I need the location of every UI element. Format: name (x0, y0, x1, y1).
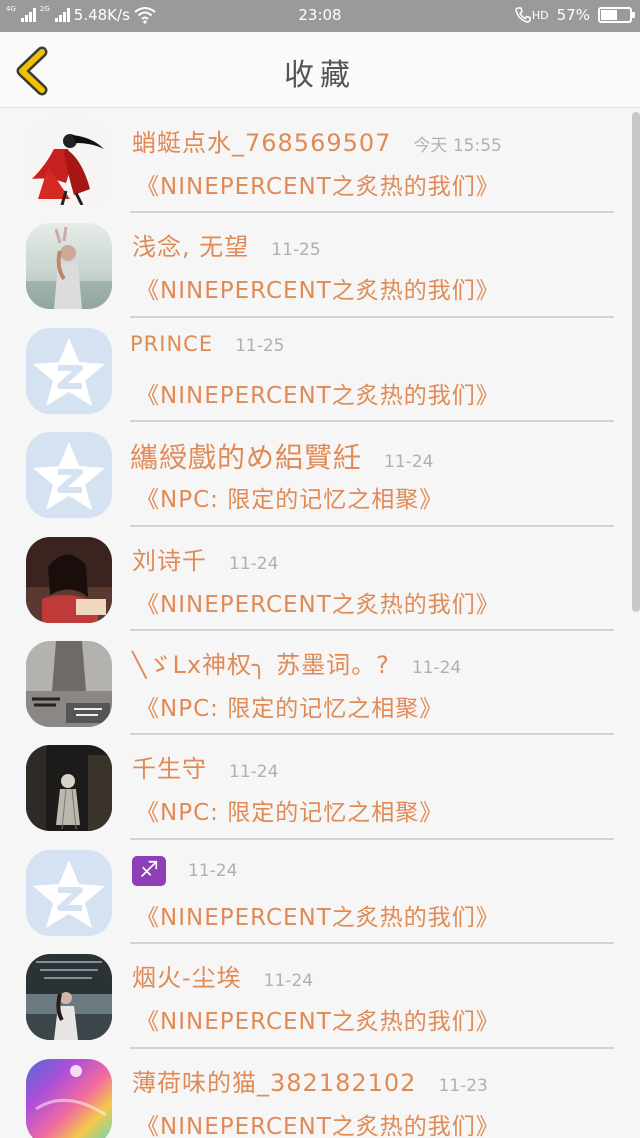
scrollbar[interactable] (632, 112, 640, 612)
avatar[interactable] (26, 327, 112, 414)
list-item[interactable]: ╲ゞLx神权╮ 苏墨词。? 11-24 《NPC: 限定的记忆之相聚》 (0, 631, 640, 736)
status-right: HD 57% (514, 6, 635, 24)
book-title[interactable]: 《NPC: 限定的记忆之相聚》 (136, 689, 443, 723)
item-header[interactable]: 蛸蜓点水_768569507 今天 15:55 (132, 123, 610, 157)
item-header[interactable]: 浅念, 无望 11-25 (132, 227, 610, 261)
username[interactable]: ╲ゞLx神权╮ 苏墨词。? (132, 645, 390, 680)
list-item[interactable]: 浅念, 无望 11-25 《NINEPERCENT之炙热的我们》 (0, 213, 640, 318)
avatar-image (26, 223, 112, 310)
item-header[interactable]: 千生守 11-24 (132, 749, 610, 783)
username[interactable]: 烟火-尘埃 (132, 958, 242, 993)
avatar[interactable] (26, 745, 112, 832)
avatar[interactable] (26, 432, 112, 519)
username[interactable]: 纗綬戲的め絽贒紝 (130, 436, 362, 476)
timestamp: 11-25 (271, 240, 321, 261)
book-title[interactable]: 《NINEPERCENT之炙热的我们》 (136, 585, 500, 619)
phone-hd-icon (515, 7, 531, 23)
battery-percent: 57% (556, 6, 590, 24)
header-bar: 收藏 (0, 32, 640, 108)
battery-icon (598, 7, 635, 23)
avatar[interactable] (26, 954, 112, 1041)
avatar-image (26, 536, 112, 623)
timestamp: 11-24 (229, 762, 279, 783)
list-item[interactable]: 千生守 11-24 《NPC: 限定的记忆之相聚》 (0, 735, 640, 840)
book-title[interactable]: 《NINEPERCENT之炙热的我们》 (136, 167, 500, 201)
item-header[interactable]: 刘诗千 11-24 (132, 541, 610, 575)
username[interactable]: 蛸蜓点水_768569507 (132, 123, 391, 158)
list-item[interactable]: 薄荷味的猫_382182102 11-23 《NINEPERCENT之炙热的我们… (0, 1049, 640, 1138)
book-title[interactable]: 《NINEPERCENT之炙热的我们》 (136, 376, 500, 410)
page-title: 收藏 (284, 58, 356, 93)
username[interactable]: 浅念, 无望 (132, 227, 249, 262)
book-title[interactable]: 《NINEPERCENT之炙热的我们》 (136, 898, 500, 932)
hd-label: HD (531, 8, 549, 22)
list-item[interactable]: 蛸蜓点水_768569507 今天 15:55 《NINEPERCENT之炙热的… (0, 109, 640, 214)
username[interactable]: 刘诗千 (132, 541, 207, 576)
list-item[interactable]: PRINCE 11-25 《NINEPERCENT之炙热的我们》 (0, 318, 640, 423)
timestamp: 11-24 (188, 860, 238, 881)
battery-level (601, 10, 617, 20)
username[interactable]: 千生守 (132, 749, 207, 784)
list-item[interactable]: 烟火-尘埃 11-24 《NINEPERCENT之炙热的我们》 (0, 944, 640, 1049)
book-title[interactable]: 《NPC: 限定的记忆之相聚》 (136, 793, 443, 827)
list-item[interactable]: ♐ 11-24 《NINEPERCENT之炙热的我们》 (0, 840, 640, 945)
avatar-image (26, 640, 112, 727)
item-header[interactable]: 烟火-尘埃 11-24 (132, 958, 610, 992)
timestamp: 11-24 (229, 553, 279, 574)
avatar[interactable] (26, 1058, 112, 1138)
sagittarius-icon[interactable]: ♐ (132, 855, 166, 886)
book-title[interactable]: 《NINEPERCENT之炙热的我们》 (136, 271, 500, 305)
avatar[interactable] (26, 536, 112, 623)
status-bar: 4G 2G 5.48K/s 23:08 HD 57% (0, 0, 640, 32)
avatar-image (26, 1058, 112, 1138)
timestamp: 11-25 (235, 335, 285, 356)
timestamp: 今天 15:55 (413, 136, 502, 156)
avatar-image (26, 745, 112, 832)
timestamp: 11-24 (384, 452, 434, 473)
list-item[interactable]: 纗綬戲的め絽贒紝 11-24 《NPC: 限定的记忆之相聚》 (0, 422, 640, 527)
favorites-list: 蛸蜓点水_768569507 今天 15:55 《NINEPERCENT之炙热的… (0, 109, 640, 1138)
item-header[interactable]: 纗綬戲的め絽贒紝 11-24 (130, 436, 610, 474)
username[interactable]: PRINCE (130, 332, 213, 356)
book-title[interactable]: 《NINEPERCENT之炙热的我们》 (136, 1002, 500, 1036)
timestamp: 11-23 (438, 1075, 488, 1096)
avatar[interactable] (26, 849, 112, 936)
default-qq-star-icon (33, 859, 105, 928)
item-header[interactable]: 薄荷味的猫_382182102 11-23 (132, 1063, 610, 1097)
list-item[interactable]: 刘诗千 11-24 《NINEPERCENT之炙热的我们》 (0, 527, 640, 631)
book-title[interactable]: 《NINEPERCENT之炙热的我们》 (136, 1107, 500, 1138)
timestamp: 11-24 (263, 971, 314, 992)
item-header[interactable]: PRINCE 11-25 (130, 332, 610, 366)
item-header[interactable]: ♐ 11-24 (132, 854, 610, 888)
default-qq-star-icon (33, 442, 105, 511)
username[interactable]: 薄荷味的猫_382182102 (132, 1063, 416, 1098)
item-header[interactable]: ╲ゞLx神权╮ 苏墨词。? 11-24 (132, 645, 610, 679)
timestamp: 11-24 (411, 657, 462, 678)
avatar[interactable] (26, 640, 112, 727)
default-qq-star-icon (33, 337, 105, 406)
book-title[interactable]: 《NPC: 限定的记忆之相聚》 (136, 480, 443, 514)
avatar-image (26, 954, 112, 1041)
avatar[interactable] (26, 119, 112, 205)
avatar[interactable] (26, 223, 112, 310)
avatar-image (26, 119, 112, 205)
